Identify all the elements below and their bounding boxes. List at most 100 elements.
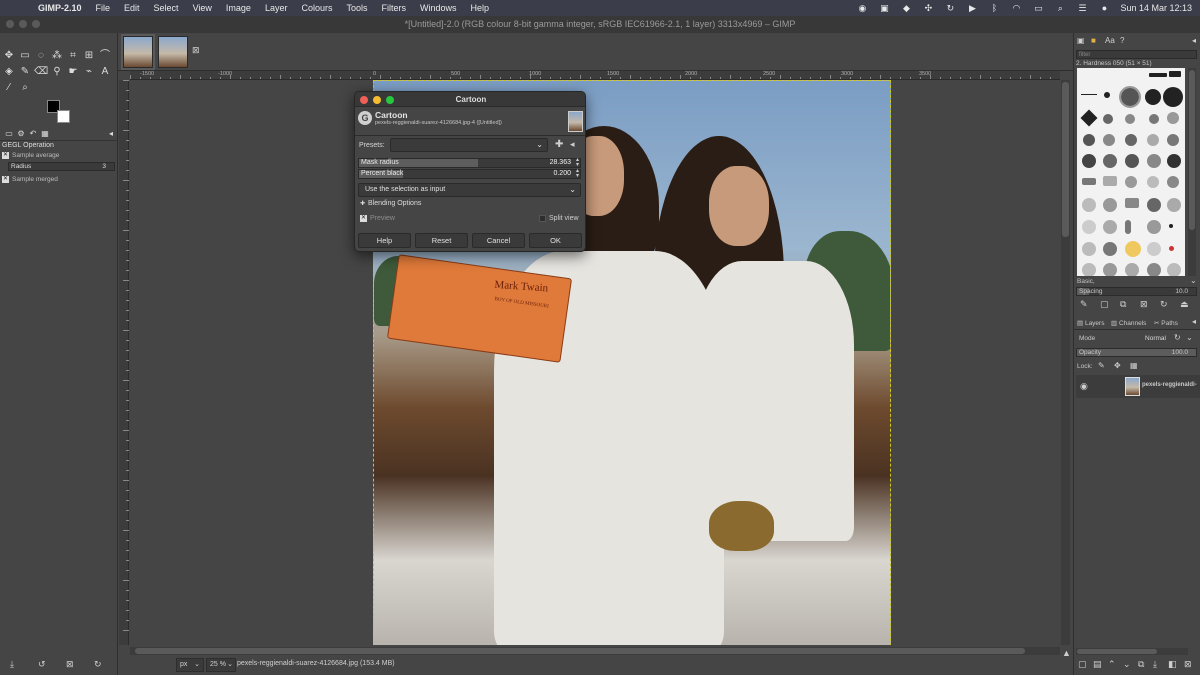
edit-brush-icon[interactable]: ✎: [1080, 299, 1088, 310]
brush-item[interactable]: [1125, 134, 1137, 146]
brush-item-selected[interactable]: [1119, 86, 1141, 108]
brush-item[interactable]: [1149, 73, 1167, 77]
lock-position-icon[interactable]: ✥: [1114, 361, 1121, 370]
brush-item[interactable]: [1167, 176, 1179, 188]
configure-tab-icon[interactable]: ◂: [104, 127, 118, 141]
delete-options-icon[interactable]: ⊠: [66, 659, 74, 670]
control-center-icon[interactable]: ☰: [1076, 3, 1088, 13]
play-icon[interactable]: ▶: [966, 3, 978, 13]
bucket-fill-icon[interactable]: ◈: [2, 65, 16, 79]
menu-app-name[interactable]: GIMP-2.10: [38, 3, 82, 13]
tab-channels[interactable]: ▥ Channels: [1111, 319, 1146, 327]
brush-item[interactable]: [1167, 263, 1181, 276]
paintbrush-icon[interactable]: ✎: [18, 65, 32, 79]
brush-scrollbar-thumb[interactable]: [1189, 70, 1195, 230]
paths-icon[interactable]: ⌁: [82, 65, 96, 79]
close-tab-icon[interactable]: ⊠: [192, 45, 200, 56]
navigate-icon[interactable]: ▲: [1062, 648, 1071, 658]
brush-item[interactable]: [1125, 154, 1139, 168]
blending-options-expander[interactable]: ✚ Blending Options: [360, 200, 421, 207]
brush-item[interactable]: [1125, 198, 1139, 208]
move-tool-icon[interactable]: ✥: [2, 49, 16, 63]
menu-filters[interactable]: Filters: [381, 3, 406, 13]
battery-icon[interactable]: ▭: [1032, 3, 1044, 13]
brush-item[interactable]: [1103, 220, 1117, 234]
search-icon[interactable]: ⌕: [1054, 3, 1066, 13]
brush-item[interactable]: [1082, 263, 1096, 276]
configure-tab-icon[interactable]: ◂: [1192, 36, 1196, 45]
reset-options-icon[interactable]: ↻: [94, 659, 102, 670]
refresh-brushes-icon[interactable]: ↻: [1160, 299, 1168, 310]
chevron-down-icon[interactable]: ⌄: [1190, 276, 1197, 285]
brush-item[interactable]: [1163, 87, 1183, 107]
smudge-icon[interactable]: ☛: [66, 65, 80, 79]
chevron-down-icon[interactable]: ⌄: [1186, 333, 1193, 342]
brush-item[interactable]: [1147, 242, 1161, 256]
brush-grid[interactable]: [1077, 68, 1185, 276]
brush-item[interactable]: [1145, 89, 1161, 105]
open-brush-icon[interactable]: ⏏: [1180, 299, 1189, 310]
presets-combo[interactable]: ⌄: [390, 138, 548, 152]
tab-paths[interactable]: ✂ Paths: [1154, 319, 1178, 327]
layer-visibility-eye-icon[interactable]: ◉: [1080, 381, 1088, 392]
brush-item[interactable]: [1125, 220, 1131, 234]
duplicate-layer-icon[interactable]: ⧉: [1138, 659, 1144, 670]
horizontal-scrollbar-thumb[interactable]: [135, 648, 1025, 654]
fonts-tab-icon[interactable]: Aa: [1105, 36, 1115, 45]
lasso-icon[interactable]: ◌: [34, 49, 48, 63]
dialog-minimize-button[interactable]: [373, 96, 381, 104]
shield-icon[interactable]: ◆: [900, 3, 912, 13]
menubar-clock[interactable]: Sun 14 Mar 12:13: [1120, 3, 1192, 13]
menu-file[interactable]: File: [96, 3, 111, 13]
brush-item[interactable]: [1104, 92, 1110, 98]
brush-item[interactable]: [1169, 224, 1173, 228]
menu-edit[interactable]: Edit: [124, 3, 140, 13]
clone-icon[interactable]: ⚲: [50, 65, 64, 79]
split-view-checkbox[interactable]: [539, 215, 546, 222]
brush-item[interactable]: [1082, 198, 1096, 212]
brush-item[interactable]: [1147, 134, 1159, 146]
menu-help[interactable]: Help: [471, 3, 490, 13]
new-brush-icon[interactable]: ▢: [1100, 299, 1109, 310]
spin-arrows-icon[interactable]: ▴ ▾: [576, 157, 579, 168]
brush-item[interactable]: [1083, 134, 1095, 146]
menu-tools[interactable]: Tools: [346, 3, 367, 13]
brush-item[interactable]: [1147, 220, 1161, 234]
merge-layer-icon[interactable]: ⤓: [1153, 659, 1157, 670]
configure-tab-icon[interactable]: ◂: [1192, 317, 1196, 326]
vertical-scrollbar[interactable]: [1061, 80, 1070, 645]
flow-icon[interactable]: ▣: [878, 3, 890, 13]
brush-item[interactable]: [1103, 198, 1117, 212]
brush-item[interactable]: [1103, 176, 1117, 186]
menu-select[interactable]: Select: [154, 3, 179, 13]
new-layer-group-icon[interactable]: ▤: [1093, 659, 1102, 670]
split-view-toggle[interactable]: Split view: [539, 215, 579, 222]
brush-item[interactable]: [1147, 198, 1161, 212]
spacing-slider[interactable]: Spacing 10.0: [1076, 287, 1197, 296]
layers-scrollbar[interactable]: [1076, 648, 1188, 655]
add-preset-icon[interactable]: ✚: [555, 139, 563, 150]
minimize-window-button[interactable]: [19, 20, 27, 28]
zoom-window-button[interactable]: [32, 20, 40, 28]
help-button[interactable]: Help: [358, 233, 411, 248]
warp-icon[interactable]: ⌒: [98, 49, 112, 63]
horizontal-scrollbar[interactable]: [130, 647, 1060, 655]
brush-item[interactable]: [1125, 263, 1139, 276]
vertical-ruler[interactable]: [119, 80, 129, 645]
brush-item[interactable]: [1125, 241, 1141, 257]
ok-button[interactable]: OK: [529, 233, 582, 248]
brush-item[interactable]: [1167, 198, 1181, 212]
zoom-tool-icon[interactable]: ⌕: [18, 81, 32, 95]
opacity-slider[interactable]: Opacity 100.0: [1076, 348, 1197, 357]
brush-item[interactable]: [1167, 134, 1179, 146]
lower-layer-icon[interactable]: ⌄: [1123, 659, 1131, 670]
delete-layer-icon[interactable]: ⊠: [1184, 659, 1192, 670]
images-tab-icon[interactable]: ▦: [38, 127, 52, 141]
horizontal-ruler[interactable]: -1500 -1000 0 500 1000 1500 2000 2500 30…: [130, 71, 1060, 80]
tab-layers[interactable]: ▤ Layers: [1077, 319, 1104, 327]
brush-item[interactable]: [1103, 154, 1117, 168]
patterns-tab-icon[interactable]: ■: [1091, 36, 1096, 45]
preview-toggle[interactable]: ✕ Preview: [360, 215, 395, 222]
delete-brush-icon[interactable]: ⊠: [1140, 299, 1148, 310]
sample-average-checkbox[interactable]: ✕: [2, 152, 9, 159]
